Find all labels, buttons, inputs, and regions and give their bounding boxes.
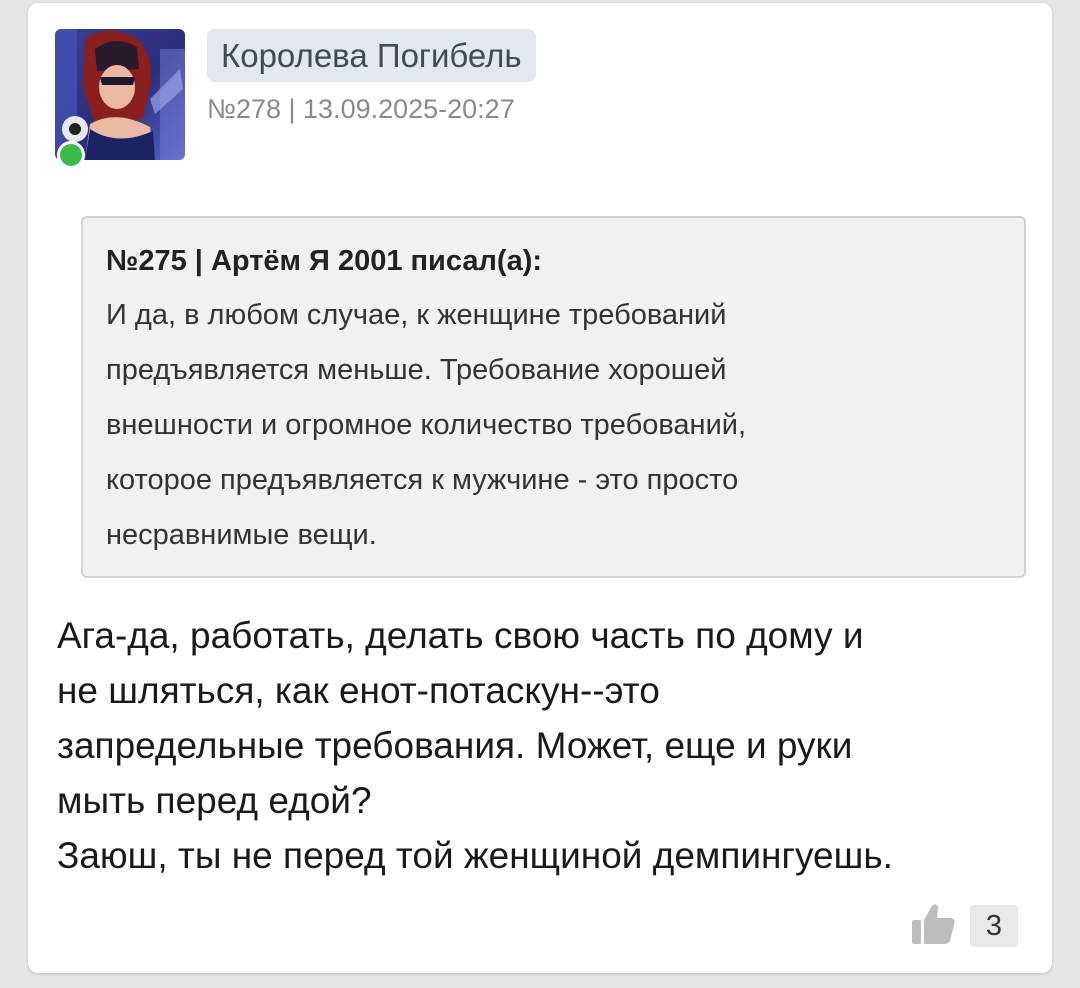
online-status-dot bbox=[57, 141, 85, 169]
quote-line: которое предъявляется к мужчине - это пр… bbox=[106, 464, 739, 496]
quote-block: №275 | Артём Я 2001 писал(а): И да, в лю… bbox=[81, 216, 1026, 578]
quote-line: внешности и огромное количество требован… bbox=[106, 409, 747, 441]
post-author-name[interactable]: Королева Погибель bbox=[207, 29, 536, 82]
quote-header[interactable]: №275 | Артём Я 2001 писал(а): bbox=[106, 240, 1002, 282]
like-count[interactable]: 3 bbox=[970, 905, 1018, 947]
message-line: Заюш, ты не перед той женщиной демпингуе… bbox=[57, 835, 893, 876]
message-line: Ага-да, работать, делать свою часть по д… bbox=[57, 615, 864, 656]
message-line: запредельные требования. Может, еще и ру… bbox=[57, 725, 853, 766]
post-message: Ага-да, работать, делать свою часть по д… bbox=[57, 608, 1037, 883]
quote-body: И да, в любом случае, к женщине требован… bbox=[106, 288, 1002, 563]
message-line: не шляться, как енот-потаскун--это bbox=[57, 670, 660, 711]
post-meta: №278 | 13.09.2025-20:27 bbox=[207, 94, 515, 124]
quote-line: несравнимые вещи. bbox=[106, 519, 377, 551]
message-line: мыть перед едой? bbox=[57, 780, 372, 821]
quote-line: И да, в любом случае, к женщине требован… bbox=[106, 299, 727, 331]
avatar[interactable] bbox=[55, 29, 185, 160]
thumbs-up-icon[interactable] bbox=[910, 902, 956, 946]
quote-line: предъявляется меньше. Требование хорошей bbox=[106, 354, 727, 386]
